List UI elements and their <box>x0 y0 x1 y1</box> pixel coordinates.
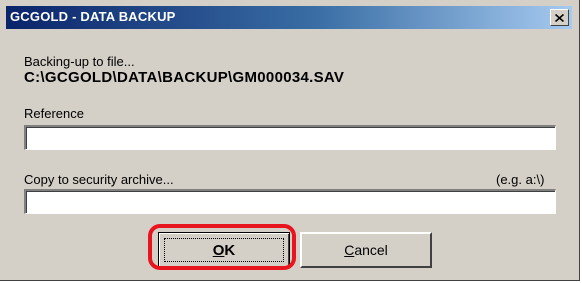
archive-hint: (e.g. a:\) <box>496 172 545 187</box>
backup-status-label: Backing-up to file... <box>24 54 135 69</box>
title-bar: GCGOLD - DATA BACKUP <box>6 6 572 29</box>
close-icon <box>555 13 564 22</box>
close-button[interactable] <box>550 9 569 26</box>
archive-path-input[interactable] <box>24 189 556 214</box>
reference-input[interactable] <box>24 125 556 150</box>
backup-dialog: GCGOLD - DATA BACKUP Backing-up to file.… <box>0 0 580 281</box>
focus-rect <box>164 238 284 262</box>
ok-button[interactable]: OK <box>158 232 290 268</box>
reference-label: Reference <box>24 106 84 121</box>
cancel-button-label: Cancel <box>344 242 388 258</box>
archive-label: Copy to security archive... <box>24 172 174 187</box>
window-title: GCGOLD - DATA BACKUP <box>10 9 176 24</box>
cancel-button[interactable]: Cancel <box>300 232 432 268</box>
backup-file-path: C:\GCGOLD\DATA\BACKUP\GM000034.SAV <box>24 69 345 86</box>
